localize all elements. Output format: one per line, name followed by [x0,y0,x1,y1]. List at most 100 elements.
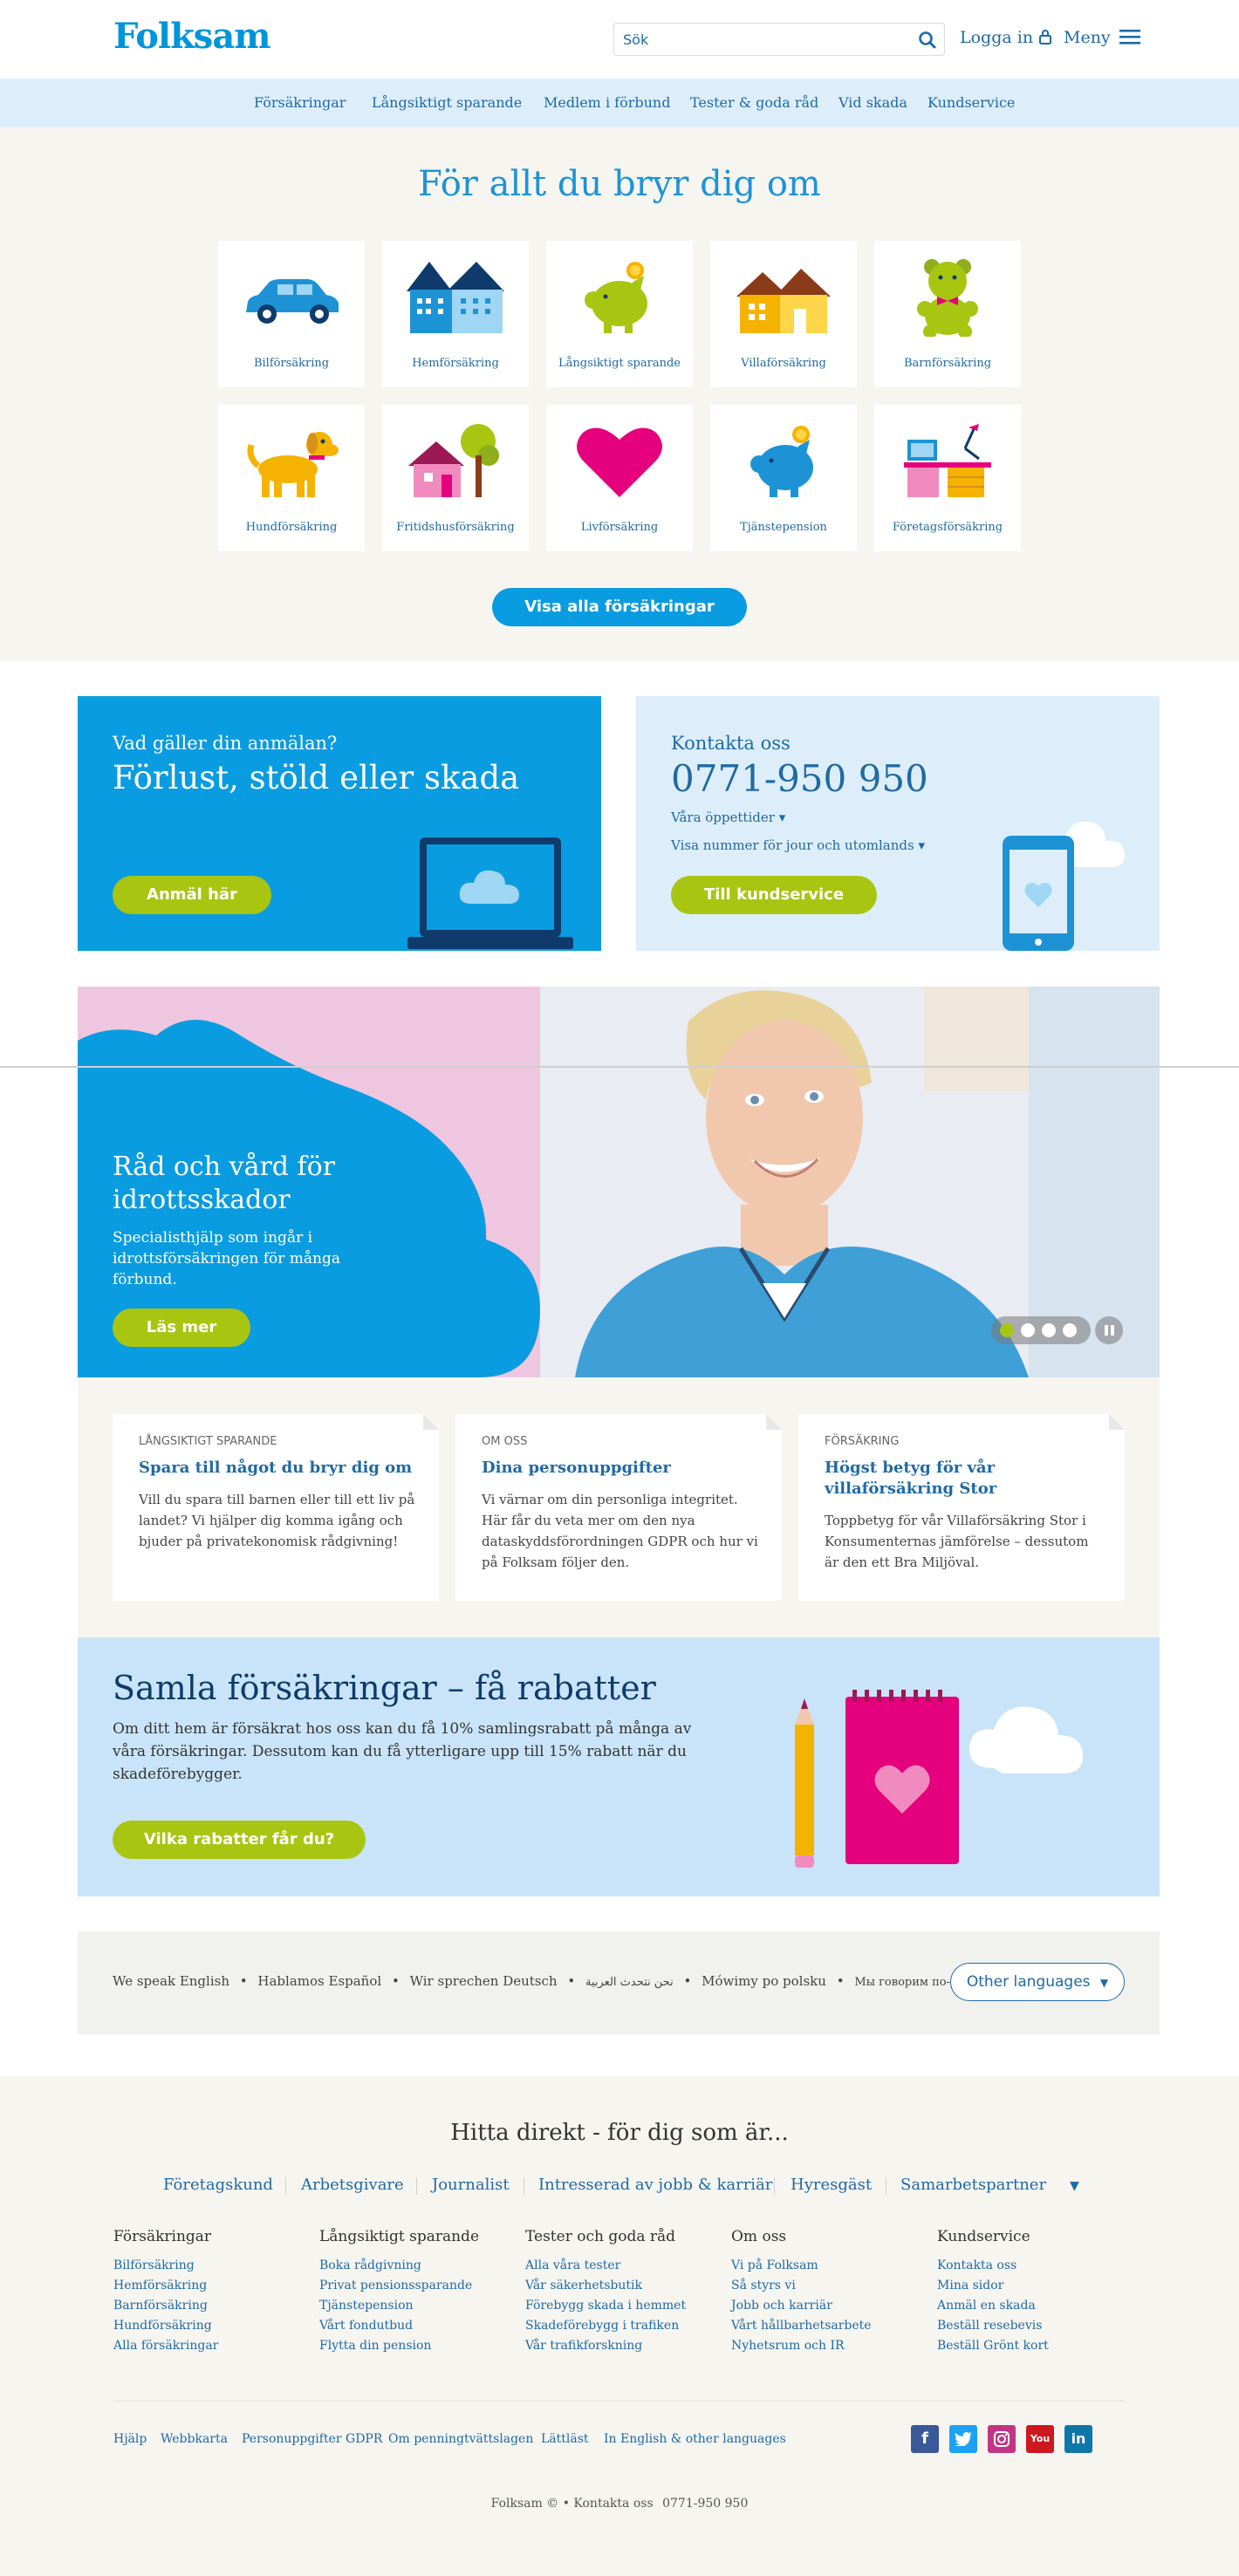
footer-link[interactable]: Alla försäkringar [113,2336,305,2356]
linkedin-icon[interactable]: in [1064,2425,1092,2453]
card-hemforsakring[interactable]: Hemförsäkring [382,241,529,387]
footer-link[interactable]: Kontakta oss [937,2256,1129,2276]
slide-dot[interactable] [1042,1323,1056,1337]
footer-bottom-link[interactable]: In English & other languages [604,2432,786,2446]
article-text: Vill du spara till barnen eller till ett… [139,1492,415,1549]
search-input[interactable] [623,24,902,55]
footer-link[interactable]: Hundförsäkring [113,2316,305,2336]
footer-link[interactable]: Boka rådgivning [319,2256,511,2276]
footer-link[interactable]: Beställ Grönt kort [937,2336,1129,2356]
damage-title: Förlust, stöld eller skada [113,759,520,796]
footer-link[interactable]: Vår trafikforskning [525,2336,717,2356]
opening-hours-link[interactable]: Våra öppettider ▾ [671,810,785,825]
footer-column-title: Tester och goda råd [525,2228,676,2245]
read-more-button[interactable]: Läs mer [113,1308,250,1347]
language-german[interactable]: Wir sprechen Deutsch [410,1973,558,1989]
find-link[interactable]: Hyresgäst [791,2176,872,2194]
language-arabic[interactable]: نحن نتحدث العربية [585,1976,674,1989]
which-discounts-button[interactable]: Vilka rabatter får du? [113,1821,366,1859]
pause-icon[interactable] [1095,1316,1123,1344]
footer-link[interactable]: Vår säkerhetsbutik [525,2276,717,2296]
nav-langsiktigt-sparande[interactable]: Långsiktigt sparande [372,94,522,111]
nav-vid-skada[interactable]: Vid skada [839,94,907,111]
footer-link[interactable]: Bilförsäkring [113,2256,305,2276]
contact-phone: 0771-950 950 [671,757,928,800]
footer-bottom-link[interactable]: Hjälp [113,2432,147,2446]
footer-bottom-link[interactable]: Om penningtvättslagen [388,2432,533,2446]
discounts-text: Om ditt hem är försäkrat hos oss kan du … [113,1720,692,1783]
article-card[interactable]: LÅNGSIKTIGT SPARANDE Spara till något du… [113,1414,439,1601]
laptop-icon [407,837,573,949]
promo-title: Råd och vård för idrottsskador [113,1151,336,1215]
menu-button[interactable]: Meny [1064,28,1140,47]
folksam-logo[interactable]: Folksam [113,16,271,57]
language-english[interactable]: We speak English [113,1973,229,1989]
footer-bottom-link[interactable]: Lättläst [541,2432,589,2446]
show-all-insurances-button[interactable]: Visa alla försäkringar [492,588,747,626]
footer-link[interactable]: Privat pensionssparande [319,2276,511,2296]
youtube-icon[interactable]: You [1026,2425,1054,2453]
heart-icon [577,427,662,497]
card-langsiktigt-sparande[interactable]: Långsiktigt sparande [546,241,693,387]
office-desk-icon [904,424,991,497]
card-foretagsforsakring[interactable]: Företagsförsäkring [874,405,1021,551]
card-tjanstepension[interactable]: Tjänstepension [710,405,857,551]
card-hundforsakring[interactable]: Hundförsäkring [218,405,365,551]
card-livforsakring[interactable]: Livförsäkring [546,405,693,551]
card-barnforsakring[interactable]: Barnförsäkring [874,241,1021,387]
facebook-icon[interactable]: f [911,2425,939,2453]
footer-link[interactable]: Skadeförebygg i trafiken [525,2316,717,2336]
footer-link[interactable]: Tjänstepension [319,2296,511,2316]
language-spanish[interactable]: Hablamos Español [257,1973,381,1989]
login-link[interactable]: Logga in [960,28,1052,47]
find-link[interactable]: Företagskund [163,2176,273,2194]
other-languages-button[interactable]: Other languages ▼ [950,1963,1125,2001]
footer-link[interactable]: Så styrs vi [731,2276,923,2296]
slide-dot[interactable] [1063,1323,1077,1337]
find-link[interactable]: Arbetsgivare [301,2176,404,2194]
language-polish[interactable]: Mówimy po polsku [702,1973,826,1989]
contact-link[interactable]: Kontakta oss [573,2497,653,2511]
card-fritidshusforsakring[interactable]: Fritidshusförsäkring [382,405,529,551]
article-card[interactable]: OM OSS Dina personuppgifter Vi värnar om… [455,1414,782,1601]
more-caret-icon[interactable]: ▼ [1070,2179,1079,2193]
footer-link[interactable]: Flytta din pension [319,2336,511,2356]
contact-kicker: Kontakta oss [671,733,791,754]
card-label: Villaförsäkring [741,357,826,370]
discounts-title: Samla försäkringar – få rabatter [113,1669,656,1707]
twitter-icon[interactable] [949,2425,977,2453]
customer-service-button[interactable]: Till kundservice [671,876,877,914]
footer-bottom-link[interactable]: Personuppgifter GDPR [242,2432,382,2446]
instagram-icon[interactable] [988,2425,1016,2453]
find-link[interactable]: Samarbetspartner [900,2176,1046,2194]
find-link[interactable]: Intresserad av jobb & karriär [538,2176,772,2194]
card-bilforsakring[interactable]: Bilförsäkring [218,241,365,387]
footer-link[interactable]: Mina sidor [937,2276,1129,2296]
footer-link[interactable]: Nyhetsrum och IR [731,2336,923,2356]
footer-link[interactable]: Jobb och karriär [731,2296,923,2316]
caret-down-icon: ▼ [1099,1977,1109,1989]
nav-medlem-i-forbund[interactable]: Medlem i förbund [544,94,670,111]
footer-link[interactable]: Alla våra tester [525,2256,717,2276]
report-here-button[interactable]: Anmäl här [113,876,271,914]
footer-link[interactable]: Barnförsäkring [113,2296,305,2316]
footer-link[interactable]: Anmäl en skada [937,2296,1129,2316]
nav-forsakringar[interactable]: Försäkringar [254,94,346,111]
footer-link[interactable]: Vårt fondutbud [319,2316,511,2336]
footer-bottom-link[interactable]: Webbkarta [161,2432,228,2446]
search-icon[interactable] [916,29,939,51]
notebook-pencil-illustration [795,1690,1083,1868]
nav-tester-goda-rad[interactable]: Tester & goda råd [690,94,818,111]
card-villaforsakring[interactable]: Villaförsäkring [710,241,857,387]
footer-link[interactable]: Vårt hållbarhetsarbete [731,2316,923,2336]
slide-dot[interactable] [1021,1323,1035,1337]
find-link[interactable]: Journalist [432,2176,510,2194]
footer-link[interactable]: Förebygg skada i hemmet [525,2296,717,2316]
emergency-numbers-link[interactable]: Visa nummer för jour och utomlands ▾ [671,837,925,853]
nav-kundservice[interactable]: Kundservice [928,94,1015,111]
footer-link[interactable]: Beställ resebevis [937,2316,1129,2336]
article-card[interactable]: FÖRSÄKRING Högst betyg för vår villaförs… [798,1414,1125,1601]
footer-link[interactable]: Vi på Folksam [731,2256,923,2276]
slide-dot-active[interactable] [1000,1323,1014,1337]
footer-link[interactable]: Hemförsäkring [113,2276,305,2296]
